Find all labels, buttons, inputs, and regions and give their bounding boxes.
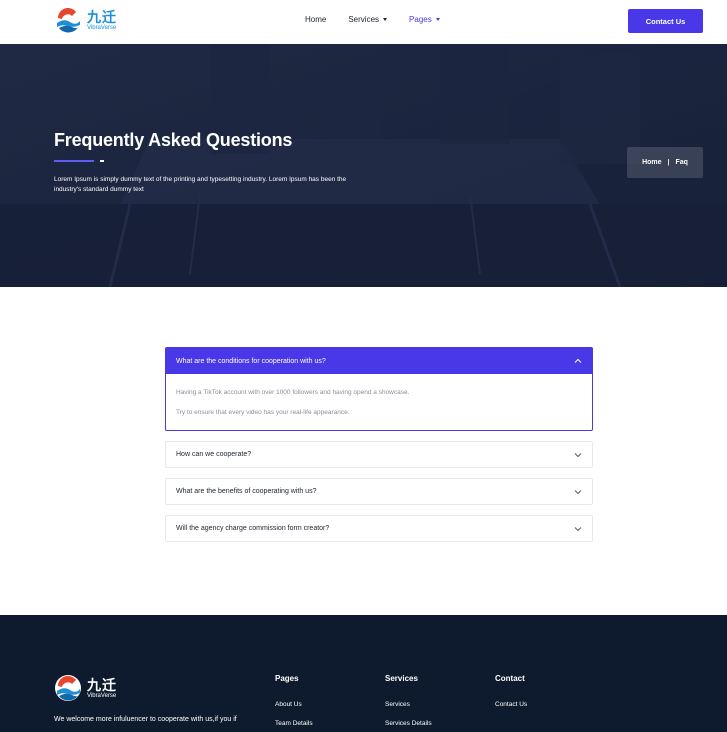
contact-us-button[interactable]: Contact Us bbox=[628, 9, 703, 33]
logo-icon bbox=[55, 7, 81, 33]
footer-link-about-us[interactable]: About Us bbox=[275, 700, 313, 709]
faq-question: What are the conditions for cooperation … bbox=[176, 357, 326, 365]
nav-home-label: Home bbox=[305, 15, 327, 24]
nav-services[interactable]: Services bbox=[348, 15, 388, 24]
faq-question: Will the agency charge commission form c… bbox=[176, 525, 330, 532]
nav-services-label: Services bbox=[348, 15, 380, 24]
page-banner: Frequently Asked Questions Lorem Ipsum i… bbox=[0, 44, 727, 287]
chevron-down-icon bbox=[574, 526, 582, 531]
faq-item: What are the benefits of cooperating wit… bbox=[165, 478, 593, 505]
title-underline-dot bbox=[100, 160, 104, 162]
footer-link-services-details[interactable]: Services Details bbox=[385, 719, 432, 728]
site-logo[interactable]: 九迁 VibraVerse bbox=[54, 6, 124, 36]
breadcrumb: Home | Faq bbox=[627, 147, 703, 178]
chevron-down-icon bbox=[574, 452, 582, 457]
footer-link-services[interactable]: Services bbox=[385, 700, 432, 709]
faq-question-toggle[interactable]: Will the agency charge commission form c… bbox=[166, 516, 592, 541]
footer-column-title: Services bbox=[385, 674, 418, 683]
faq-question-toggle[interactable]: How can we cooperate? bbox=[166, 442, 592, 467]
footer-column-title: Pages bbox=[275, 674, 299, 683]
page-description: Lorem Ipsum is simply dummy text of the … bbox=[54, 176, 347, 193]
footer-link-contact-us[interactable]: Contact Us bbox=[495, 700, 535, 709]
faq-item: Will the agency charge commission form c… bbox=[165, 515, 593, 542]
faq-item: How can we cooperate? bbox=[165, 441, 593, 468]
caret-down-icon bbox=[383, 18, 388, 21]
footer-logo[interactable]: 九迁 VibraVerse bbox=[54, 674, 124, 704]
chevron-up-icon bbox=[574, 358, 582, 363]
faq-question: How can we cooperate? bbox=[176, 451, 252, 458]
faq-answer-line: Try to ensure that every video has your … bbox=[176, 409, 350, 416]
brand-tagline: VibraVerse bbox=[87, 25, 117, 31]
breadcrumb-home[interactable]: Home bbox=[642, 159, 661, 166]
nav-pages-label: Pages bbox=[409, 15, 432, 24]
faq-answer-line: Having a TikTok account with over 1000 f… bbox=[176, 389, 410, 396]
faq-answer: Having a TikTok account with over 1000 f… bbox=[166, 374, 592, 430]
site-header: 九迁 VibraVerse Home Services Pages Contac… bbox=[0, 0, 727, 44]
logo-icon bbox=[55, 675, 81, 701]
faq-item: What are the conditions for cooperation … bbox=[165, 347, 593, 431]
footer-column-pages: Pages About Us Team Details bbox=[275, 674, 313, 732]
nav-pages[interactable]: Pages bbox=[409, 15, 440, 24]
title-underline bbox=[54, 160, 94, 162]
footer-brand-name: 九迁 bbox=[87, 678, 117, 694]
footer-column-contact: Contact Contact Us bbox=[495, 674, 535, 719]
caret-down-icon bbox=[435, 18, 440, 21]
nav-home[interactable]: Home bbox=[305, 15, 326, 24]
page-title: Frequently Asked Questions bbox=[54, 130, 293, 150]
footer-description: We welcome more infuluencer to cooperate… bbox=[54, 716, 237, 723]
brand-name: 九迁 bbox=[87, 10, 117, 26]
footer-brand-tagline: VibraVerse bbox=[87, 693, 117, 699]
faq-question: What are the benefits of cooperating wit… bbox=[176, 488, 317, 495]
main-nav: Home Services Pages bbox=[305, 15, 462, 24]
faq-question-toggle[interactable]: What are the conditions for cooperation … bbox=[166, 348, 592, 374]
footer-column-services: Services Services Services Details bbox=[385, 674, 432, 732]
faq-question-toggle[interactable]: What are the benefits of cooperating wit… bbox=[166, 479, 592, 504]
chevron-down-icon bbox=[574, 489, 582, 494]
site-footer: 九迁 VibraVerse We welcome more infuluence… bbox=[0, 615, 727, 732]
footer-column-title: Contact bbox=[495, 674, 525, 683]
banner-background-image bbox=[0, 44, 727, 287]
breadcrumb-separator: | bbox=[667, 159, 670, 166]
footer-link-team-details[interactable]: Team Details bbox=[275, 719, 313, 728]
faq-accordion: What are the conditions for cooperation … bbox=[165, 347, 593, 552]
breadcrumb-current: Faq bbox=[675, 159, 688, 166]
